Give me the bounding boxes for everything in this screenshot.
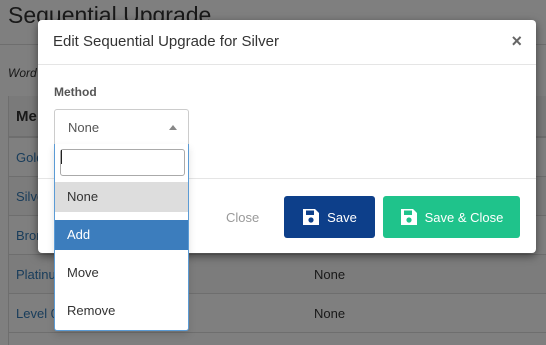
- close-icon[interactable]: ×: [511, 31, 522, 51]
- save-and-close-button-label: Save & Close: [424, 209, 504, 225]
- option-none[interactable]: None: [55, 182, 188, 212]
- modal-header: Edit Sequential Upgrade for Silver ×: [38, 20, 536, 65]
- floppy-disk-icon: [400, 209, 417, 225]
- method-select-value: None: [68, 120, 100, 135]
- text-cursor: [61, 150, 62, 164]
- save-button-label: Save: [327, 209, 357, 225]
- method-select[interactable]: None: [54, 109, 189, 144]
- floppy-disk-icon: [303, 209, 320, 225]
- caret-up-icon: [169, 125, 177, 130]
- option-remove[interactable]: Remove: [55, 296, 188, 326]
- modal-title: Edit Sequential Upgrade for Silver: [53, 33, 279, 50]
- method-label: Method: [54, 85, 97, 99]
- option-add[interactable]: Add: [55, 220, 188, 250]
- method-dropdown-list: None Add Move Remove: [54, 144, 189, 331]
- save-and-close-button[interactable]: Save & Close: [383, 196, 520, 238]
- close-button[interactable]: Close: [226, 210, 259, 225]
- save-button[interactable]: Save: [284, 196, 375, 238]
- option-move[interactable]: Move: [55, 258, 188, 288]
- dropdown-search-input[interactable]: [60, 149, 185, 176]
